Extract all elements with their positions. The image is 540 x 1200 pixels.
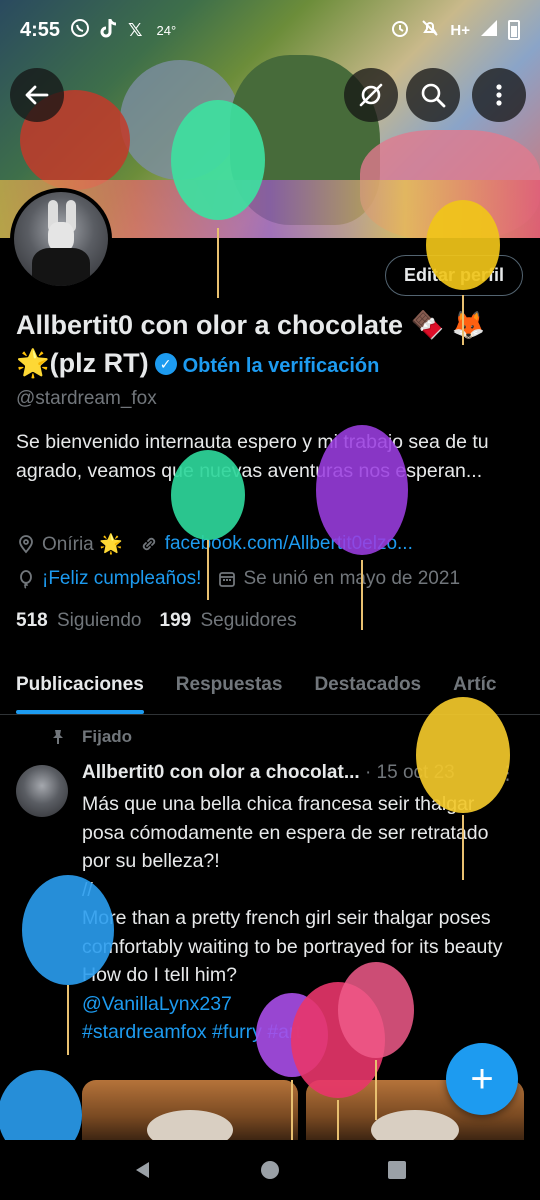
tab-destacados[interactable]: Destacados [298, 660, 437, 714]
search-icon [421, 83, 446, 108]
status-time: 4:55 [20, 18, 61, 41]
back-arrow-icon [25, 85, 49, 105]
battery-icon [508, 20, 520, 40]
location-item: Oníria 🌟 [16, 532, 123, 556]
followers-count: 199 [159, 610, 192, 631]
following-label: Siguiendo [56, 610, 142, 631]
followers-label: Seguidores [200, 610, 297, 631]
following-count: 518 [16, 610, 48, 631]
calendar-icon [219, 572, 236, 587]
search-button[interactable] [406, 68, 460, 122]
post-line: More than a pretty french girl seir thal… [82, 907, 503, 958]
signal-icon [480, 19, 498, 42]
back-button[interactable] [10, 68, 64, 122]
post-line: Más que una bella chica francesa seir th… [82, 793, 489, 872]
tab-respuestas[interactable]: Respuestas [160, 660, 299, 714]
edit-profile-button[interactable]: Editar perfil [384, 255, 523, 296]
tab-articulos[interactable]: Artíc [437, 660, 512, 714]
x-icon: 𝕏 [128, 19, 143, 40]
grok-button[interactable] [344, 68, 398, 122]
website-link[interactable]: facebook.com/Allbertit0elzo... [165, 533, 413, 555]
profile-meta-row-1: Oníria 🌟 facebook.com/Allbertit0elzo... [16, 532, 429, 556]
post-line: // [82, 878, 93, 901]
location-text: Oníria 🌟 [42, 534, 123, 555]
get-verified-link[interactable]: Obtén la verificación [183, 355, 380, 377]
network-type: H+ [450, 21, 470, 39]
post-author-name[interactable]: Allbertit0 con olor a chocolat... [82, 762, 360, 783]
pinned-label: Fijado [82, 727, 133, 746]
post-media-image-1[interactable] [82, 1080, 298, 1140]
tab-publicaciones[interactable]: Publicaciones [0, 660, 160, 714]
profile-bio: Se bienvenido internauta espero y mi tra… [16, 431, 489, 482]
joined-text: Se unió en mayo de 2021 [243, 568, 461, 589]
profile-name-row: Allbertit0 con olor a chocolate 🍫 🦊 🌟(pl… [16, 306, 526, 385]
post-author-avatar[interactable] [16, 765, 68, 817]
follow-stats: 518 Siguiendo 199 Seguidores [16, 610, 297, 632]
post-more-icon[interactable]: ⋮ [498, 762, 517, 785]
post-date[interactable]: · 15 oct 23 [365, 762, 455, 783]
status-temperature: 24° [156, 22, 177, 38]
pin-icon [53, 730, 63, 744]
nav-home-icon[interactable] [258, 1158, 282, 1182]
link-icon [142, 537, 155, 551]
following-link[interactable]: 518 Siguiendo [16, 610, 142, 631]
grok-icon [359, 83, 383, 107]
joined-item: Se unió en mayo de 2021 [217, 568, 460, 590]
status-bar: 4:55 𝕏 24° H+ [0, 0, 540, 60]
profile-tabs: Publicaciones Respuestas Destacados Artí… [0, 660, 540, 715]
verified-check-icon: ✓ [154, 353, 177, 375]
website-item[interactable]: facebook.com/Allbertit0elzo... [139, 533, 413, 555]
profile-handle: @stardream_fox [16, 388, 157, 409]
more-vertical-icon [496, 84, 502, 106]
post-line: How do I tell him? [82, 964, 237, 986]
post-header: Allbertit0 con olor a chocolat... · 15 o… [82, 762, 527, 784]
tiktok-icon [100, 18, 118, 43]
more-options-button[interactable] [472, 68, 526, 122]
system-nav-bar [0, 1140, 540, 1200]
balloon-icon [20, 570, 32, 589]
followers-link[interactable]: 199 Seguidores [160, 610, 297, 631]
birthday-text[interactable]: ¡Feliz cumpleaños! [42, 568, 201, 590]
mute-icon [420, 18, 440, 43]
location-pin-icon [19, 535, 33, 554]
post-body[interactable]: Más que una bella chica francesa seir th… [82, 790, 522, 1047]
birthday-item[interactable]: ¡Feliz cumpleaños! [16, 568, 201, 590]
compose-post-button[interactable]: + [446, 1043, 518, 1115]
post-mention[interactable]: @VanillaLynx237 [82, 990, 522, 1019]
pinned-indicator: Fijado [50, 727, 132, 747]
profile-avatar[interactable] [10, 188, 112, 290]
nav-recents-icon[interactable] [385, 1158, 409, 1182]
post-hashtags[interactable]: #stardreamfox #furry #art [82, 1018, 522, 1047]
profile-meta-row-2: ¡Feliz cumpleaños! Se unió en mayo de 20… [16, 568, 476, 590]
whatsapp-icon [70, 18, 90, 43]
alarm-icon [390, 18, 410, 43]
nav-back-icon[interactable] [131, 1158, 155, 1182]
